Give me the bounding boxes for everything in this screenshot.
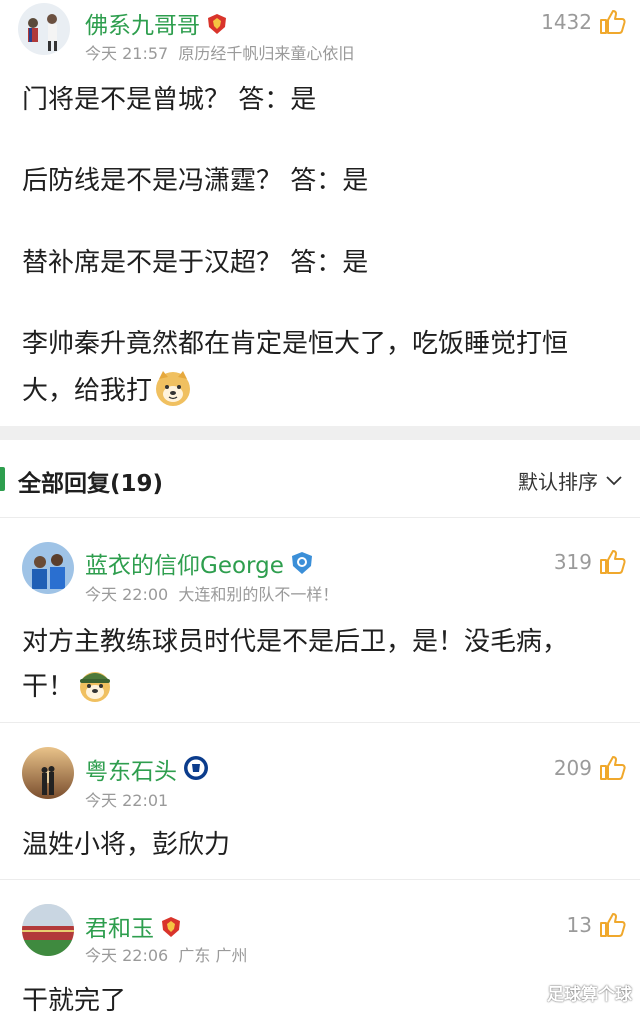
reply-meta: 今天 22:01 — [85, 787, 168, 811]
thumbs-up-icon[interactable] — [598, 8, 626, 36]
reply-like-button[interactable]: 13 — [567, 911, 626, 939]
post-line-5: 大，给我打 — [22, 369, 192, 407]
reply-item: 君和玉 今天 22:06 广东 广州 13 干就完了 — [0, 880, 640, 1015]
team-badge-icon — [206, 13, 228, 41]
reply-like-count: 13 — [566, 913, 592, 937]
doge-soldier-emoji-icon — [76, 665, 114, 703]
watermark: 足球算个球 — [547, 985, 632, 1005]
team-badge-icon — [160, 916, 182, 944]
reply-item: 蓝衣的信仰George 今天 22:00 大连和别的队不一样！ 319 对方主教… — [0, 519, 640, 722]
post-like-button[interactable]: 1432 — [541, 8, 626, 36]
reply-author-name[interactable]: 蓝衣的信仰George — [85, 546, 314, 581]
reply-like-count: 319 — [553, 550, 592, 574]
reply-author-name[interactable]: 君和玉 — [85, 909, 182, 944]
reply-like-button[interactable]: 209 — [554, 754, 626, 782]
post-author-name-text[interactable]: 佛系九哥哥 — [85, 13, 200, 39]
reply-meta: 今天 22:06 广东 广州 — [85, 942, 247, 966]
sort-label[interactable]: 默认排序 — [518, 466, 598, 495]
reply-line-1: 干就完了 — [22, 986, 127, 1015]
chelsea-badge-icon — [183, 755, 209, 787]
reply-avatar[interactable] — [22, 904, 74, 956]
post-line-2: 后防线是不是冯潇霆？ 答：是 — [22, 166, 369, 196]
thumbs-up-icon[interactable] — [598, 548, 626, 576]
reply-line-2: 干！ — [22, 665, 114, 703]
reply-item: 粤东石头 今天 22:01 209 温姓小将，彭欣力 — [0, 723, 640, 879]
sort-dropdown[interactable]: 默认排序 — [518, 466, 622, 495]
reply-author-name[interactable]: 粤东石头 — [85, 752, 209, 787]
reply-author-name-text[interactable]: 粤东石头 — [85, 759, 177, 785]
doge-emoji-icon — [154, 369, 192, 407]
reply-signature: 广东 广州 — [178, 946, 248, 965]
reply-line-1: 对方主教练球员时代是不是后卫，是！没毛病， — [22, 627, 569, 657]
reply-like-count: 209 — [553, 756, 592, 780]
replies-title: 全部回复(19) — [18, 471, 164, 497]
post-line-5-text: 大，给我打 — [22, 376, 153, 406]
post-meta: 今天 21:57 原历经千帆归来童心依旧 — [85, 40, 354, 64]
accent-bar — [0, 467, 5, 491]
reply-time: 今天 22:00 — [85, 585, 169, 604]
reply-author-name-text[interactable]: 君和玉 — [85, 916, 154, 942]
reply-avatar[interactable] — [22, 747, 74, 799]
reply-like-button[interactable]: 319 — [554, 548, 626, 576]
reply-author-name-text[interactable]: 蓝衣的信仰George — [85, 553, 284, 579]
replies-header: 全部回复(19) 默认排序 — [0, 440, 640, 518]
reply-avatar[interactable] — [22, 542, 74, 594]
post-line-3: 替补席是不是于汉超？ 答：是 — [22, 248, 369, 278]
team-badge-icon — [290, 551, 314, 581]
post-signature: 原历经千帆归来童心依旧 — [178, 44, 355, 63]
reply-time: 今天 22:06 — [85, 946, 169, 965]
main-post: 佛系九哥哥 今天 21:57 原历经千帆归来童心依旧 1432 门将是不是曾城？… — [0, 0, 640, 426]
post-line-1: 门将是不是曾城？ 答：是 — [22, 85, 317, 115]
post-author-avatar[interactable] — [18, 3, 70, 55]
post-time: 今天 21:57 — [85, 44, 169, 63]
thumbs-up-icon[interactable] — [598, 754, 626, 782]
reply-meta: 今天 22:00 大连和别的队不一样！ — [85, 581, 338, 605]
post-author-name[interactable]: 佛系九哥哥 — [85, 6, 228, 41]
reply-signature: 大连和别的队不一样！ — [178, 585, 339, 604]
reply-line-2-text: 干！ — [22, 672, 75, 702]
chevron-down-icon[interactable] — [606, 475, 622, 486]
post-line-4: 李帅秦升竟然都在肯定是恒大了，吃饭睡觉打恒 — [22, 329, 569, 359]
thumbs-up-icon[interactable] — [598, 911, 626, 939]
section-divider — [0, 426, 640, 440]
reply-line-1: 温姓小将，彭欣力 — [22, 830, 231, 860]
reply-time: 今天 22:01 — [85, 791, 169, 810]
post-like-count: 1432 — [541, 10, 592, 34]
